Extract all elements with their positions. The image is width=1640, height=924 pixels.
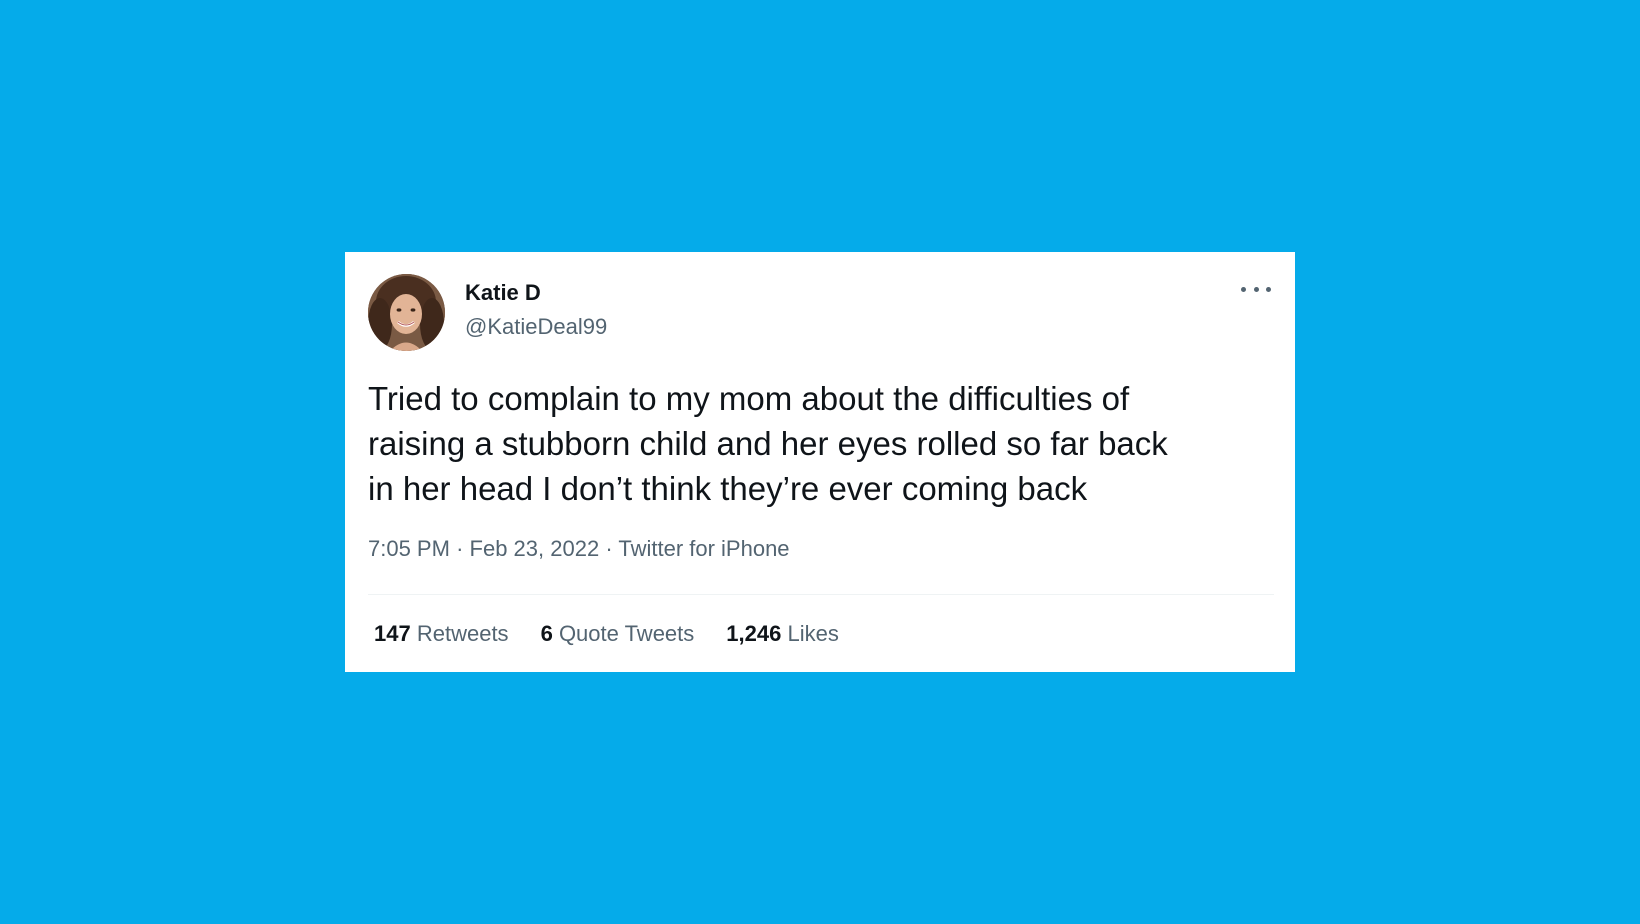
tweet-text: Tried to complain to my mom about the di…: [368, 376, 1268, 511]
author-handle[interactable]: @KatieDeal99: [465, 314, 607, 340]
tweet-source[interactable]: Twitter for iPhone: [618, 536, 789, 561]
separator: ·: [456, 536, 464, 561]
likes-stat[interactable]: 1,246 Likes: [726, 621, 839, 647]
quote-tweets-stat[interactable]: 6 Quote Tweets: [541, 621, 695, 647]
quote-tweets-count: 6: [540, 621, 553, 646]
divider: [368, 594, 1274, 595]
retweets-stat[interactable]: 147 Retweets: [374, 621, 509, 647]
author-avatar[interactable]: [368, 274, 445, 351]
ellipsis-icon: [1266, 286, 1271, 292]
tweet-stats: 147 Retweets 6 Quote Tweets 1,246 Likes: [374, 621, 871, 647]
tweet-time[interactable]: 7:05 PM: [368, 536, 450, 561]
ellipsis-icon: [1241, 286, 1246, 292]
retweets-label: Retweets: [416, 621, 509, 646]
likes-count: 1,246: [726, 621, 782, 646]
retweets-count: 147: [374, 621, 411, 646]
tweet-text-line: raising a stubborn child and her eyes ro…: [368, 425, 1168, 462]
profile-photo-icon: [368, 274, 445, 351]
likes-label: Likes: [787, 621, 839, 646]
ellipsis-icon: [1253, 286, 1259, 292]
separator: ·: [605, 536, 613, 561]
tweet-metadata: 7:05 PM · Feb 23, 2022 · Twitter for iPh…: [368, 536, 790, 562]
tweet-card: Katie D @KatieDeal99 Tried to complain t…: [345, 252, 1295, 672]
tweet-date[interactable]: Feb 23, 2022: [470, 536, 600, 561]
quote-tweets-label: Quote Tweets: [558, 621, 695, 646]
more-options-button[interactable]: [1241, 280, 1271, 298]
author-display-name[interactable]: Katie D: [465, 280, 541, 306]
tweet-text-line: Tried to complain to my mom about the di…: [368, 380, 1130, 417]
tweet-text-line: in her head I don’t think they’re ever c…: [368, 470, 1088, 507]
